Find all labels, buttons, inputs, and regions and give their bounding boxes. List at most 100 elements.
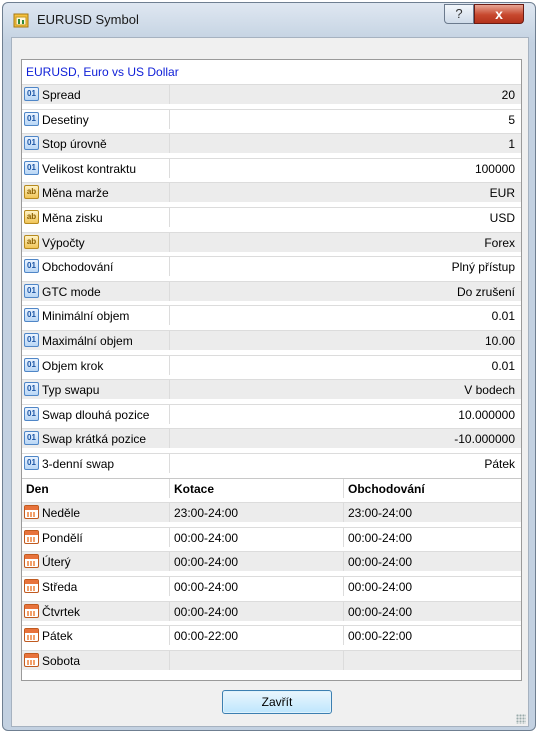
property-row[interactable]: 01 Spread 20: [22, 84, 521, 104]
calendar-icon: [24, 628, 39, 643]
property-row[interactable]: 01 3-denní swap Pátek: [22, 453, 521, 473]
schedule-trading: 00:00-24:00: [348, 604, 413, 619]
symbol-properties-list[interactable]: EURUSD, Euro vs US Dollar 01 Spread 20 01 De…: [21, 59, 522, 681]
property-value: -10.000000: [454, 432, 515, 447]
column-divider: [169, 503, 170, 523]
calendar-icon: [24, 603, 39, 618]
schedule-row[interactable]: Středa 00:00-24:00 00:00-24:00: [22, 576, 521, 596]
help-icon: ?: [455, 6, 463, 21]
schedule-header-row: Den Kotace Obchodování: [22, 477, 521, 498]
schedule-row[interactable]: Pátek 00:00-22:00 00:00-22:00: [22, 625, 521, 646]
schedule-quotes: 00:00-22:00: [174, 629, 239, 644]
numeric-field-icon: 01: [24, 431, 39, 446]
property-name-cell: 01 Velikost kontraktu: [22, 158, 170, 178]
property-row[interactable]: ab Výpočty Forex: [22, 231, 521, 252]
schedule-quotes: 00:00-24:00: [174, 580, 239, 594]
numeric-field-icon: 01: [24, 259, 39, 274]
property-row[interactable]: 01 Stop úrovně 1: [22, 133, 521, 154]
app-icon: [13, 13, 29, 28]
property-value: 100000: [474, 161, 515, 176]
schedule-day: Pátek: [42, 629, 73, 644]
property-name-cell: 01 Minimální objem: [22, 306, 170, 326]
property-value: Pátek: [484, 457, 515, 471]
property-name-cell: 01 Maximální objem: [22, 331, 170, 350]
column-divider: [343, 478, 344, 498]
property-name: Měna zisku: [42, 211, 103, 225]
property-row[interactable]: 01 GTC mode Do zrušení: [22, 280, 521, 301]
schedule-trading: 23:00-24:00: [348, 506, 413, 521]
numeric-field-icon: 01: [24, 111, 39, 126]
schedule-day: Pondělí: [42, 530, 83, 545]
property-name: Typ swapu: [42, 383, 100, 398]
numeric-field-icon: 01: [24, 160, 39, 175]
close-dialog-button[interactable]: Zavřít: [222, 690, 332, 714]
property-name: Měna marže: [42, 186, 109, 201]
schedule-row[interactable]: Sobota: [22, 649, 521, 670]
column-divider: [169, 527, 170, 547]
symbol-dialog-window: EURUSD Symbol ? x EURUSD, Euro vs US Dol…: [2, 2, 536, 731]
property-row[interactable]: 01 Swap krátká pozice -10.000000: [22, 428, 521, 449]
property-name-cell: ab Měna zisku: [22, 208, 170, 227]
property-row[interactable]: 01 Maximální objem 10.00: [22, 330, 521, 350]
property-name-cell: 01 Obchodování: [22, 257, 170, 277]
property-row[interactable]: ab Měna marže EUR: [22, 182, 521, 203]
property-name: Obchodování: [42, 260, 114, 275]
calendar-icon: [24, 554, 39, 569]
calendar-icon: [24, 579, 39, 593]
schedule-trading: 00:00-24:00: [348, 555, 413, 570]
column-divider: [343, 577, 344, 596]
property-name-cell: 01 Spread: [22, 85, 170, 104]
schedule-quotes: 00:00-24:00: [174, 555, 239, 570]
property-row[interactable]: 01 Obchodování Plný přístup: [22, 256, 521, 277]
property-name: 3-denní swap: [42, 457, 115, 471]
property-name: GTC mode: [42, 284, 101, 299]
column-divider: [169, 577, 170, 596]
numeric-field-icon: 01: [24, 136, 39, 151]
resize-grip-icon[interactable]: [516, 714, 526, 724]
property-name-cell: 01 Stop úrovně: [22, 134, 170, 154]
symbol-header-row: EURUSD, Euro vs US Dollar: [22, 62, 521, 82]
close-icon: x: [495, 6, 503, 22]
property-name: Velikost kontraktu: [42, 161, 137, 176]
property-row[interactable]: 01 Swap dlouhá pozice 10.000000: [22, 403, 521, 424]
property-row[interactable]: 01 Desetiny 5: [22, 108, 521, 129]
property-name-cell: 01 3-denní swap: [22, 454, 170, 473]
schedule-day: Úterý: [42, 555, 71, 570]
property-row[interactable]: 01 Typ swapu V bodech: [22, 379, 521, 400]
property-name: Desetiny: [42, 112, 89, 127]
property-value: 0.01: [491, 309, 515, 324]
column-divider: [343, 503, 344, 523]
calendar-icon: [24, 505, 39, 520]
property-row[interactable]: 01 Minimální objem 0.01: [22, 305, 521, 326]
symbol-header: EURUSD, Euro vs US Dollar: [26, 65, 179, 79]
schedule-row[interactable]: Neděle 23:00-24:00 23:00-24:00: [22, 502, 521, 523]
column-divider: [169, 601, 170, 621]
property-row[interactable]: ab Měna zisku USD: [22, 207, 521, 227]
dialog-client-area: EURUSD, Euro vs US Dollar 01 Spread 20 01 De…: [11, 37, 529, 727]
close-window-button[interactable]: x: [474, 4, 524, 24]
schedule-row[interactable]: Čtvrtek 00:00-24:00 00:00-24:00: [22, 600, 521, 621]
schedule-trading: 00:00-24:00: [348, 580, 413, 594]
numeric-field-icon: 01: [24, 382, 39, 397]
schedule-day: Sobota: [42, 653, 81, 668]
numeric-field-icon: 01: [24, 406, 39, 421]
schedule-trading: 00:00-22:00: [348, 629, 413, 644]
column-divider: [343, 601, 344, 621]
calendar-icon: [24, 529, 39, 544]
property-row[interactable]: 01 Velikost kontraktu 100000: [22, 157, 521, 178]
property-name-cell: ab Výpočty: [22, 232, 170, 252]
column-divider: [169, 650, 170, 670]
column-divider: [169, 626, 170, 646]
column-header-quotes: Kotace: [174, 481, 215, 496]
schedule-row[interactable]: Pondělí 00:00-24:00 00:00-24:00: [22, 526, 521, 547]
help-button[interactable]: ?: [444, 4, 474, 24]
schedule-row[interactable]: Úterý 00:00-24:00 00:00-24:00: [22, 551, 521, 572]
property-value: 10.000000: [458, 407, 515, 422]
property-name-cell: 01 Typ swapu: [22, 380, 170, 400]
title-bar[interactable]: EURUSD Symbol ? x: [3, 3, 535, 37]
schedule-day: Čtvrtek: [42, 604, 81, 619]
column-divider: [343, 552, 344, 572]
schedule-trading: 00:00-24:00: [348, 530, 413, 545]
schedule-quotes: 00:00-24:00: [174, 604, 239, 619]
property-row[interactable]: 01 Objem krok 0.01: [22, 354, 521, 375]
